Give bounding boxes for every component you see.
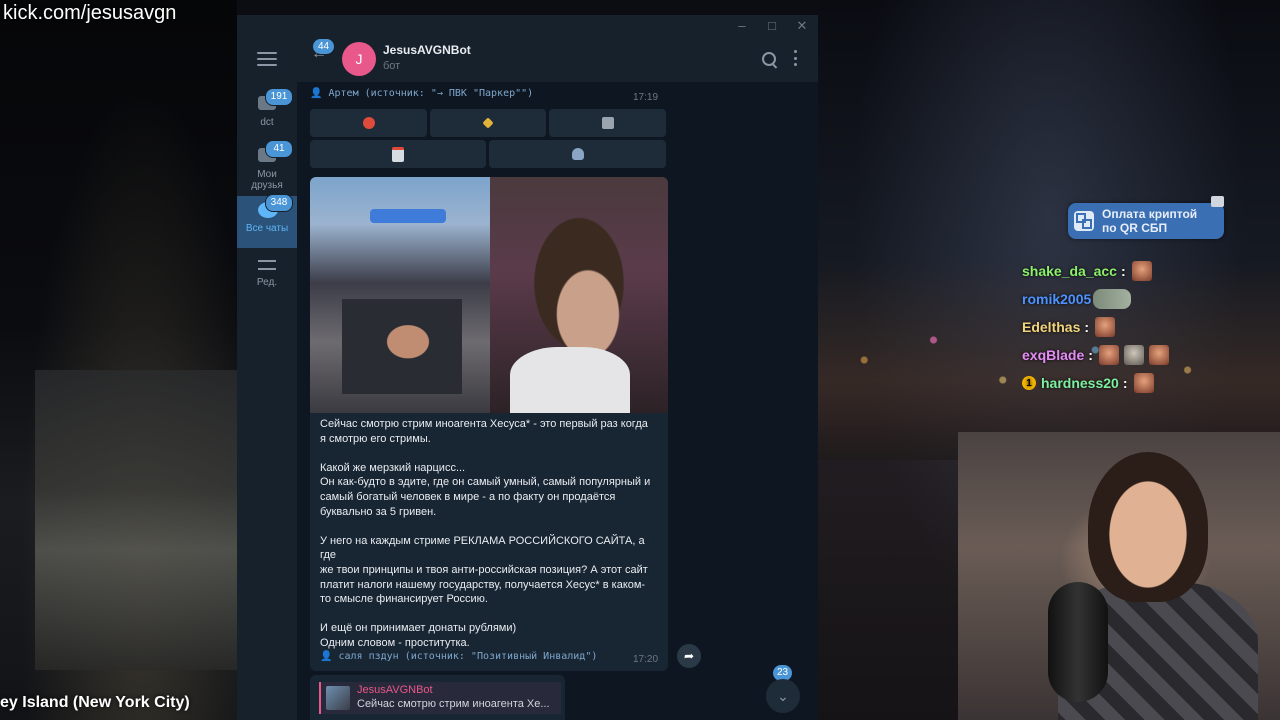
folder-dct[interactable]: 191 dct [237, 88, 297, 142]
emote-icon [1123, 345, 1144, 365]
reply-author: JesusAVGNBot [357, 684, 433, 696]
chat-colon: : [1084, 319, 1090, 335]
message-paragraph: Сейчас смотрю стрим иноагента Хесуса* - … [320, 418, 648, 445]
sliders-icon [258, 258, 276, 272]
message-bubble[interactable]: JesusAVGNBot Сейчас смотрю стрим иноаген… [310, 675, 565, 720]
sender-text: саля пздун (источник: "Позитивный Инвали… [338, 651, 598, 662]
chat-message: shake_da_acc : [1022, 257, 1222, 285]
photo-shirt [510, 347, 630, 413]
sub-badge-icon: 1 [1022, 376, 1036, 390]
inline-button-delete[interactable] [549, 109, 666, 137]
unread-badge: 348 [265, 194, 293, 212]
unread-badge: 191 [265, 88, 293, 106]
reply-text: Сейчас смотрю стрим иноагента Хе... [357, 698, 550, 710]
inline-button-clean[interactable] [430, 109, 546, 137]
more-options-icon[interactable] [794, 50, 798, 66]
unread-badge: 41 [265, 140, 293, 158]
chat-header: ← 44 J JesusAVGNBot бот [297, 36, 818, 82]
folder-label: Все чаты [245, 223, 289, 234]
chat-message: exqBlade : [1022, 341, 1222, 369]
microphone [1048, 582, 1108, 702]
pin-icon [1211, 196, 1224, 207]
emote-icon [1095, 317, 1116, 337]
inline-button-stop[interactable] [310, 109, 427, 137]
emote-icon [1098, 345, 1119, 365]
chat-colon: : [1120, 263, 1126, 279]
menu-icon[interactable] [257, 52, 277, 66]
message-sender: 👤 Артем (источник: "→ ПВК "Паркер"") [310, 88, 534, 99]
message-text: Сейчас смотрю стрим иноагента Хесуса* - … [320, 417, 660, 665]
unread-badge: 44 [313, 39, 335, 54]
folder-label: Ред. [256, 277, 278, 288]
crypto-pay-label: Оплата криптой по QR СБП [1102, 207, 1198, 235]
chat-username: shake_da_acc [1022, 263, 1117, 279]
message-bubble[interactable]: Сейчас смотрю стрим иноагента Хесуса* - … [310, 177, 668, 671]
message-time: 17:20 [633, 654, 659, 665]
sender-text: Артем (источник: "→ ПВК "Паркер"") [328, 88, 534, 99]
reply-thumbnail [326, 686, 350, 710]
streamer-face [1088, 452, 1208, 602]
folder-all-chats[interactable]: 348 Все чаты [237, 194, 297, 248]
close-button[interactable]: ✕ [794, 18, 810, 34]
chat-username: hardness20 [1041, 375, 1119, 391]
folder-edit[interactable]: Ред. [237, 250, 297, 302]
chat-message: 1 hardness20 : [1022, 369, 1222, 397]
folder-label: dct [260, 117, 274, 128]
emote-icon [1148, 345, 1169, 365]
calendar-icon [392, 146, 404, 162]
minimize-button[interactable]: – [734, 18, 750, 34]
folders-sidebar: 191 dct 41 Мои друзья 348 Все чаты Ред. [237, 36, 297, 720]
forward-icon[interactable]: ➦ [677, 644, 701, 668]
message-paragraph: У него на каждым стриме РЕКЛАМА РОССИЙСК… [320, 534, 648, 606]
broom-icon [482, 117, 494, 129]
telegram-window: – □ ✕ 191 dct 41 Мои друзья 348 Все чаты… [237, 15, 818, 720]
folder-friends[interactable]: 41 Мои друзья [237, 140, 297, 194]
avatar[interactable]: J [342, 42, 376, 76]
emote-icon [1133, 373, 1154, 393]
stream-watermark: kick.com/jesusavgn [3, 2, 177, 24]
inline-button-user[interactable] [489, 140, 666, 168]
chat-colon: : [1122, 375, 1128, 391]
message-photo[interactable] [310, 177, 668, 413]
inline-button-calendar[interactable] [310, 140, 486, 168]
chat-username: Edelthas [1022, 319, 1081, 335]
qr-code-icon [1074, 211, 1094, 231]
user-icon [571, 148, 584, 160]
emote-icon [1093, 289, 1132, 309]
photo-webcam-inset [342, 299, 462, 394]
chat-message: romik2005 [1022, 285, 1222, 313]
chat-message: Edelthas : [1022, 313, 1222, 341]
chat-username: romik2005 [1022, 291, 1092, 307]
search-icon[interactable] [762, 52, 776, 66]
reply-preview[interactable]: JesusAVGNBot Сейчас смотрю стрим иноаген… [319, 682, 561, 714]
window-titlebar: – □ ✕ [237, 15, 818, 36]
message-sender: 👤 саля пздун (источник: "Позитивный Инва… [320, 651, 598, 662]
message-paragraph: И ещё он принимает донаты рублями) Одним… [320, 622, 517, 649]
chat-title[interactable]: JesusAVGNBot [383, 43, 471, 57]
chat-username: exqBlade [1022, 347, 1085, 363]
stream-chat: shake_da_acc : romik2005 Edelthas : exqB… [1022, 257, 1222, 397]
chat-colon: : [1088, 347, 1093, 363]
crypto-pay-button[interactable]: Оплата криптой по QR СБП [1068, 203, 1224, 239]
location-label: ey Island (New York City) [0, 694, 190, 711]
chat-subtitle: бот [383, 60, 401, 72]
webcam-overlay [958, 432, 1280, 720]
maximize-button[interactable]: □ [764, 18, 780, 34]
emote-icon [1131, 261, 1152, 281]
folder-label: Мои друзья [251, 169, 283, 191]
message-time: 17:19 [633, 92, 659, 103]
stop-icon [362, 117, 375, 129]
message-list: 👤 Артем (источник: "→ ПВК "Паркер"") 17:… [297, 82, 818, 720]
building-scene [35, 370, 237, 670]
photo-ui-bar [370, 209, 446, 223]
scroll-down-button[interactable]: ⌄ [766, 679, 800, 713]
message-paragraph: Какой же мерзкий нарцисс... Он как-будто… [320, 461, 651, 518]
trash-icon [601, 117, 614, 129]
